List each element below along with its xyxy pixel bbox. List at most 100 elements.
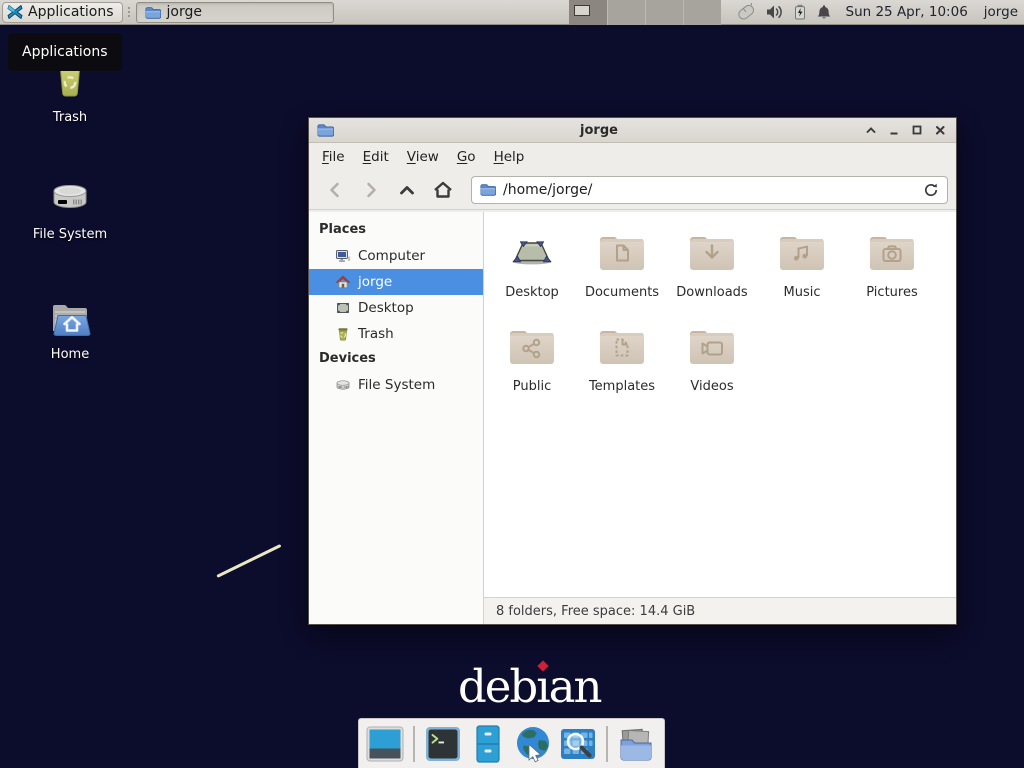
sidebar-item-label: Trash <box>358 326 394 342</box>
folder-documents-icon <box>598 226 646 278</box>
file-templates[interactable]: Templates <box>577 320 667 394</box>
status-bar: 8 folders, Free space: 14.4 GiB <box>484 597 956 624</box>
up-button[interactable] <box>389 175 425 205</box>
input-device-icon[interactable] <box>735 3 757 21</box>
reload-icon[interactable] <box>923 182 939 198</box>
maximize-button[interactable] <box>909 122 925 138</box>
taskbar-window-button[interactable]: jorge <box>136 2 334 23</box>
file-manager-window: jorge File Edit View Go Help <box>308 117 957 625</box>
volume-icon[interactable] <box>766 4 784 20</box>
dock-panel <box>358 718 665 768</box>
file-label: Public <box>513 379 551 394</box>
dock-separator <box>606 726 608 762</box>
file-manager-launcher[interactable] <box>468 723 508 765</box>
menu-help[interactable]: Help <box>485 146 534 168</box>
panel-grip[interactable] <box>127 3 132 21</box>
show-desktop-icon <box>365 724 405 764</box>
file-desktop[interactable]: Desktop <box>487 226 577 300</box>
top-panel: Applications jorge <box>0 0 1024 25</box>
applications-tooltip: Applications <box>8 33 122 71</box>
desktop-icon-label: Home <box>51 347 89 362</box>
menu-file[interactable]: File <box>313 146 354 168</box>
terminal-launcher[interactable] <box>423 723 463 765</box>
debian-logo-text: an <box>549 660 601 713</box>
web-browser-launcher[interactable] <box>513 723 553 765</box>
home-button[interactable] <box>425 175 461 205</box>
sidebar-item-computer[interactable]: Computer <box>309 243 483 269</box>
workspace-switcher <box>569 0 721 25</box>
sidebar-item-trash[interactable]: Trash <box>309 321 483 347</box>
workspace-2[interactable] <box>607 0 645 25</box>
terminal-icon <box>423 724 463 764</box>
file-label: Documents <box>585 285 659 300</box>
hard-drive-icon <box>46 173 94 221</box>
desktop-icon-file-system[interactable]: File System <box>22 173 118 242</box>
workspace-window-preview <box>574 5 590 16</box>
file-videos[interactable]: Videos <box>667 320 757 394</box>
folder-music-icon <box>778 226 826 278</box>
window-title: jorge <box>335 123 863 138</box>
applications-menu-label: Applications <box>28 4 114 20</box>
battery-icon[interactable] <box>793 4 807 20</box>
file-downloads[interactable]: Downloads <box>667 226 757 300</box>
file-label: Music <box>784 285 821 300</box>
panel-clock[interactable]: Sun 25 Apr, 10:06 <box>846 4 968 20</box>
workspace-4[interactable] <box>683 0 721 25</box>
location-bar[interactable]: /home/jorge/ <box>471 176 948 204</box>
window-titlebar[interactable]: jorge <box>309 118 956 143</box>
minimize-button[interactable] <box>886 122 902 138</box>
file-label: Pictures <box>866 285 917 300</box>
folder-icon <box>480 183 496 196</box>
taskbar-window-label: jorge <box>167 4 202 20</box>
sidebar: Places Computer <box>309 212 484 624</box>
status-text: 8 folders, Free space: 14.4 GiB <box>496 604 695 619</box>
folder-pictures-icon <box>868 226 916 278</box>
workspace-1[interactable] <box>569 0 607 25</box>
applications-menu-button[interactable]: Applications <box>2 2 123 23</box>
computer-icon <box>335 248 351 264</box>
show-desktop-button[interactable] <box>365 723 405 765</box>
system-tray <box>735 3 832 21</box>
file-cabinet-icon <box>468 724 508 764</box>
close-button[interactable] <box>932 122 948 138</box>
home-folder-icon <box>46 293 94 341</box>
file-music[interactable]: Music <box>757 226 847 300</box>
file-label: Templates <box>589 379 655 394</box>
desktop-icon-home[interactable]: Home <box>22 293 118 362</box>
menu-edit[interactable]: Edit <box>354 146 398 168</box>
menu-go[interactable]: Go <box>448 146 485 168</box>
menu-view[interactable]: View <box>398 146 448 168</box>
sidebar-item-label: jorge <box>358 274 392 290</box>
sidebar-item-label: Desktop <box>358 300 414 316</box>
file-documents[interactable]: Documents <box>577 226 667 300</box>
shade-button[interactable] <box>863 122 879 138</box>
home-icon <box>335 274 351 290</box>
devices-header: Devices <box>309 347 483 372</box>
sidebar-item-label: Computer <box>358 248 425 264</box>
back-button[interactable] <box>317 175 353 205</box>
app-finder-icon <box>558 724 598 764</box>
menu-bar: File Edit View Go Help <box>309 143 956 170</box>
location-path[interactable]: /home/jorge/ <box>503 182 916 198</box>
directory-menu-launcher[interactable] <box>616 723 656 765</box>
folder-icon <box>145 6 161 19</box>
folder-videos-icon <box>688 320 736 372</box>
folder-downloads-icon <box>688 226 736 278</box>
forward-button[interactable] <box>353 175 389 205</box>
panel-username: jorge <box>984 4 1018 20</box>
sidebar-item-file-system[interactable]: File System <box>309 372 483 398</box>
folder-templates-icon <box>598 320 646 372</box>
cursor-artifact-line <box>216 544 281 578</box>
file-pictures[interactable]: Pictures <box>847 226 937 300</box>
notifications-bell-icon[interactable] <box>816 4 832 20</box>
desktop-icon-label: File System <box>33 227 107 242</box>
file-grid: Desktop Documents <box>484 212 956 394</box>
app-finder-launcher[interactable] <box>558 723 598 765</box>
file-public[interactable]: Public <box>487 320 577 394</box>
file-view[interactable]: Desktop Documents <box>484 212 956 624</box>
sidebar-item-jorge[interactable]: jorge <box>309 269 483 295</box>
window-icon <box>317 123 335 137</box>
workspace-3[interactable] <box>645 0 683 25</box>
debian-logo: debıan <box>458 660 600 713</box>
sidebar-item-desktop[interactable]: Desktop <box>309 295 483 321</box>
